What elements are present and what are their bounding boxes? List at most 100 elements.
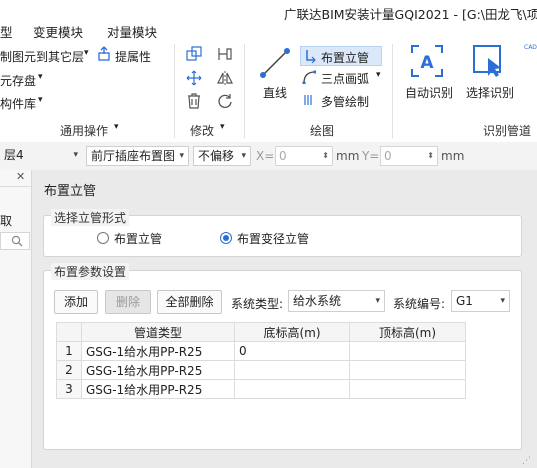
bottom-elevation-cell[interactable] xyxy=(234,379,350,399)
top-elevation-cell[interactable] xyxy=(349,341,466,361)
system-code-select[interactable]: G1 ▾ xyxy=(451,290,510,312)
group-label-draw: 绘图 xyxy=(310,124,335,138)
x-value: 0 xyxy=(279,149,287,163)
x-coordinate-input[interactable]: 0 ⬍ xyxy=(275,146,333,166)
copy-to-other-floor-button[interactable]: 制图元到其它层 xyxy=(0,48,84,65)
radio-place-variable-riser[interactable] xyxy=(220,232,232,244)
spinner-icon[interactable]: ⬍ xyxy=(322,147,329,165)
system-type-value: 给水系统 xyxy=(293,294,342,308)
offset-value: 不偏移 xyxy=(198,149,235,163)
element-save-button[interactable]: 元存盘 xyxy=(0,72,36,89)
multi-pipe-draw-button[interactable]: 多管绘制 xyxy=(321,93,369,110)
offset-select[interactable]: 不偏移 ▾ xyxy=(193,146,251,166)
table-header-pipe-type: 管道类型 xyxy=(81,322,235,342)
auto-identify-icon[interactable]: A xyxy=(410,44,444,81)
chevron-down-icon: ▾ xyxy=(376,70,381,80)
pipe-table: 管道类型 底标高(m) 顶标高(m) 1 GSG-1给水用PP-R25 0 2 … xyxy=(56,322,466,399)
layout-drawing-value: 前厅插座布置图 xyxy=(91,149,176,163)
ribbon-divider xyxy=(392,44,393,138)
auto-identify-button[interactable]: 自动识别 xyxy=(405,84,453,101)
group-label-common-ops: 通用操作 xyxy=(60,124,109,138)
ribbon: 制图元到其它层 ▾ 提属性 元存盘 ▾ 构件库 ▾ 通用操作 ▾ 修改 ▾ 直线… xyxy=(0,40,537,143)
chevron-down-icon: ▾ xyxy=(38,95,43,105)
radio-place-riser[interactable] xyxy=(97,232,109,244)
chevron-down-icon: ▾ xyxy=(241,151,246,161)
cad-icon[interactable]: CAD xyxy=(524,44,537,51)
group-label-modify: 修改 xyxy=(190,124,215,138)
params-legend: 布置参数设置 xyxy=(51,263,130,280)
select-identify-button[interactable]: 选择识别 xyxy=(466,84,514,101)
search-input[interactable] xyxy=(0,232,30,250)
mirror-icon[interactable] xyxy=(217,70,233,89)
place-riser-button[interactable]: 布置立管 xyxy=(300,46,382,66)
copy-icon[interactable] xyxy=(186,46,202,65)
left-panel: ✕ 取 xyxy=(0,170,32,468)
pipe-type-cell[interactable]: GSG-1给水用PP-R25 xyxy=(81,341,235,361)
bottom-elevation-cell[interactable] xyxy=(234,360,350,380)
chevron-down-icon: ▾ xyxy=(73,150,78,160)
chevron-down-icon: ▾ xyxy=(500,296,505,306)
divider xyxy=(0,186,31,187)
spinner-icon[interactable]: ⬍ xyxy=(427,147,434,165)
menu-tab-compare-module[interactable]: 对量模块 xyxy=(107,22,157,41)
ribbon-divider xyxy=(174,44,175,138)
extract-attribute-button[interactable]: 提属性 xyxy=(115,48,151,65)
x-unit: mm xyxy=(336,149,360,163)
chevron-down-icon: ▾ xyxy=(114,122,119,132)
multi-pipe-icon xyxy=(302,93,316,110)
move-icon[interactable] xyxy=(186,70,202,89)
system-type-select[interactable]: 给水系统 ▾ xyxy=(288,290,385,312)
chevron-down-icon: ▾ xyxy=(375,296,380,306)
pipe-type-cell[interactable]: GSG-1给水用PP-R25 xyxy=(81,360,235,380)
system-code-value: G1 xyxy=(456,294,473,308)
floor-select-value: 层4 xyxy=(4,148,24,162)
chevron-down-icon: ▾ xyxy=(84,48,89,58)
layout-drawing-select[interactable]: 前厅插座布置图 ▾ xyxy=(86,146,189,166)
table-row[interactable]: 2 GSG-1给水用PP-R25 xyxy=(56,360,466,380)
system-code-label: 系统编号: xyxy=(393,297,446,311)
three-point-arc-button[interactable]: 三点画弧 xyxy=(321,70,369,87)
delete-button[interactable]: 删除 xyxy=(105,290,151,314)
title-and-menu-bar: 型 变更模块 对量模块 广联达BIM安装计量GQI2021 - [G:\田龙飞\… xyxy=(0,0,537,40)
top-elevation-cell[interactable] xyxy=(349,360,466,380)
chevron-down-icon: ▾ xyxy=(179,151,184,161)
delete-icon[interactable] xyxy=(186,93,202,112)
riser-icon xyxy=(303,49,317,66)
table-header-row: 管道类型 底标高(m) 顶标高(m) xyxy=(56,322,466,342)
floor-select[interactable]: 层4 ▾ xyxy=(0,146,82,166)
system-type-label: 系统类型: xyxy=(231,297,284,311)
arc-icon xyxy=(302,70,317,87)
resize-grip-icon[interactable]: ⋰ xyxy=(522,456,531,466)
row-index: 3 xyxy=(56,379,82,399)
cancel-button[interactable]: 取 xyxy=(0,212,12,229)
place-riser-label: 布置立管 xyxy=(321,51,370,65)
close-icon[interactable]: ✕ xyxy=(16,170,25,183)
bottom-elevation-cell[interactable]: 0 xyxy=(234,341,350,361)
component-library-button[interactable]: 构件库 xyxy=(0,95,36,112)
ribbon-divider xyxy=(244,44,245,138)
extend-icon[interactable] xyxy=(217,46,233,65)
select-identify-icon[interactable] xyxy=(472,44,506,81)
y-coordinate-input[interactable]: 0 ⬍ xyxy=(380,146,438,166)
radio-place-riser-label[interactable]: 布置立管 xyxy=(114,230,162,247)
table-row[interactable]: 3 GSG-1给水用PP-R25 xyxy=(56,379,466,399)
menu-tab-partial[interactable]: 型 xyxy=(0,22,13,41)
group-label-identify-pipe: 识别管道 xyxy=(483,124,532,138)
radio-place-variable-riser-label[interactable]: 布置变径立管 xyxy=(237,230,309,247)
y-unit: mm xyxy=(441,149,465,163)
delete-all-button[interactable]: 全部删除 xyxy=(157,290,222,314)
y-value: 0 xyxy=(384,149,392,163)
table-row[interactable]: 1 GSG-1给水用PP-R25 0 xyxy=(56,341,466,361)
line-button[interactable]: 直线 xyxy=(263,84,287,101)
row-index: 2 xyxy=(56,360,82,380)
menu-tab-change-module[interactable]: 变更模块 xyxy=(33,22,83,41)
table-header-top-elevation: 顶标高(m) xyxy=(349,322,466,342)
add-button[interactable]: 添加 xyxy=(54,290,98,314)
line-icon[interactable] xyxy=(258,46,292,83)
dialog-title: 布置立管 xyxy=(44,184,97,199)
rotate-icon[interactable] xyxy=(217,93,233,112)
table-header-bottom-elevation: 底标高(m) xyxy=(234,322,350,342)
pipe-type-cell[interactable]: GSG-1给水用PP-R25 xyxy=(81,379,235,399)
search-icon xyxy=(11,235,23,250)
top-elevation-cell[interactable] xyxy=(349,379,466,399)
